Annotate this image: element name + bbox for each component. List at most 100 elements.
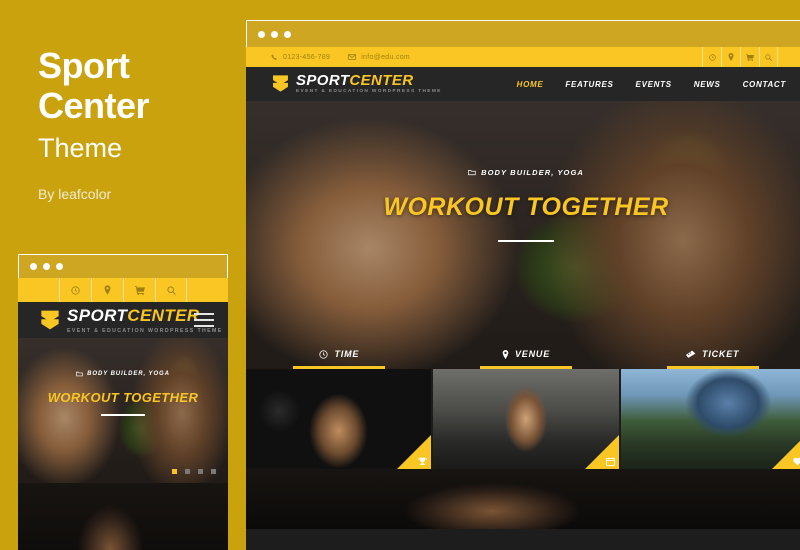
window-dot-close[interactable] <box>30 263 37 270</box>
hero-title: WORKOUT TOGETHER <box>383 193 669 221</box>
topbar-icon-group <box>702 47 778 67</box>
hero-banner: BODY BUILDER, YOGA WORKOUT TOGETHER TIME <box>246 101 800 369</box>
shopping-cart-icon[interactable] <box>123 278 155 302</box>
clock-icon[interactable] <box>59 278 91 302</box>
desktop-window-body: 0123-456-789 info@edu.com SPORTCENTER EV… <box>246 47 800 550</box>
meta-label-ticket: TICKET <box>702 349 740 359</box>
site-logo-tagline: Event & Education Wordpress Theme <box>296 89 442 95</box>
meta-item-venue[interactable]: VENUE <box>433 337 620 369</box>
search-icon[interactable] <box>155 278 187 302</box>
promo-subtitle: Theme <box>38 133 123 163</box>
gym-photo <box>246 469 800 529</box>
promo-title-line2: Center <box>38 85 150 126</box>
topbar-phone[interactable]: 0123-456-789 <box>271 54 330 61</box>
nav-item-events[interactable]: EVENTS <box>636 80 672 89</box>
topbar-phone-label: 0123-456-789 <box>283 53 331 61</box>
site-logo-first: SPORT <box>296 72 350 90</box>
search-icon[interactable] <box>759 47 778 67</box>
site-logo-second: CENTER <box>349 72 414 90</box>
trophy-icon <box>418 457 427 465</box>
mobile-logo-first: SPORT <box>67 306 128 325</box>
location-pin-icon <box>502 349 509 359</box>
primary-navigation: HOME FEATURES EVENTS NEWS CONTACT <box>517 80 786 89</box>
promo-block: Sport Center Theme By leafcolor <box>38 46 238 203</box>
mobile-hero-content: BODY BUILDER, YOGA WORKOUT TOGETHER <box>18 364 228 416</box>
nav-item-news[interactable]: NEWS <box>694 80 721 89</box>
site-logo-wordmark: SPORTCENTER <box>296 73 442 88</box>
chevron-badge-icon <box>41 310 59 330</box>
tag-icon <box>468 170 476 176</box>
meta-item-venue-inner: VENUE <box>502 349 550 366</box>
slider-dot-1[interactable] <box>172 469 177 474</box>
slider-dot-2[interactable] <box>185 469 190 474</box>
mobile-site-logo[interactable]: SPORTCENTER Event & Education Wordpress … <box>18 306 223 334</box>
desktop-preview-window[interactable]: 0123-456-789 info@edu.com SPORTCENTER EV… <box>246 20 800 550</box>
hero-divider <box>498 240 554 242</box>
site-topbar: 0123-456-789 info@edu.com <box>246 47 800 67</box>
mobile-window-chrome[interactable] <box>18 254 228 278</box>
clock-icon <box>319 349 329 359</box>
feature-card-row <box>246 369 800 469</box>
promo-title-line1: Sport <box>38 45 130 86</box>
nav-item-contact[interactable]: CONTACT <box>743 80 786 89</box>
phone-icon <box>271 53 277 60</box>
mobile-hero-divider <box>101 414 145 416</box>
mobile-navbar: SPORTCENTER Event & Education Wordpress … <box>18 302 228 338</box>
mobile-site-topbar <box>18 278 228 302</box>
mobile-page-continuation-strip <box>18 483 228 550</box>
feature-card-cycling[interactable] <box>620 369 800 469</box>
meta-item-ticket-inner: TICKET <box>686 349 739 366</box>
mobile-logo-tagline: Event & Education Wordpress Theme <box>67 328 223 334</box>
nav-item-home[interactable]: HOME <box>517 80 544 89</box>
mobile-window-body: SPORTCENTER Event & Education Wordpress … <box>18 278 228 550</box>
window-dot-close[interactable] <box>258 30 265 38</box>
tag-icon <box>76 371 83 377</box>
desktop-window-chrome[interactable] <box>246 20 800 47</box>
meta-item-time-inner: TIME <box>319 349 359 366</box>
slider-dot-3[interactable] <box>198 469 203 474</box>
site-logo-text: SPORTCENTER Event & Education Wordpress … <box>296 73 442 95</box>
promo-author: By leafcolor <box>38 186 112 202</box>
mobile-hero-banner: BODY BUILDER, YOGA WORKOUT TOGETHER <box>18 338 228 483</box>
calendar-icon <box>605 457 615 466</box>
slider-dots <box>172 469 216 474</box>
location-pin-icon[interactable] <box>721 47 740 67</box>
mobile-preview-window[interactable]: SPORTCENTER Event & Education Wordpress … <box>18 254 228 550</box>
hamburger-menu-icon[interactable] <box>194 313 214 327</box>
clock-icon[interactable] <box>702 47 721 67</box>
slider-dot-4[interactable] <box>211 469 216 474</box>
window-dot-minimize[interactable] <box>43 263 50 270</box>
mobile-hero-kicker: BODY BUILDER, YOGA <box>76 371 170 377</box>
nav-item-features[interactable]: FEATURES <box>565 80 613 89</box>
feature-card-resistance-band[interactable] <box>433 369 621 469</box>
ticket-icon <box>686 350 696 358</box>
feature-card-weightlifting[interactable] <box>246 369 434 469</box>
chevron-badge-icon <box>273 75 288 93</box>
hero-content: BODY BUILDER, YOGA WORKOUT TOGETHER <box>246 163 800 242</box>
envelope-icon <box>348 54 357 60</box>
mobile-hero-kicker-label: BODY BUILDER, YOGA <box>87 371 170 377</box>
mobile-hero-title: WORKOUT TOGETHER <box>47 390 199 405</box>
hero-kicker: BODY BUILDER, YOGA <box>468 168 584 177</box>
promo-title: Sport Center <box>38 46 238 126</box>
location-pin-icon[interactable] <box>91 278 123 302</box>
meta-item-ticket[interactable]: TICKET <box>619 337 800 369</box>
meta-item-time[interactable]: TIME <box>246 337 433 369</box>
page-continuation-strip <box>246 469 800 529</box>
heart-icon <box>793 457 800 466</box>
topbar-email[interactable]: info@edu.com <box>348 54 410 61</box>
window-dot-maximize[interactable] <box>56 263 63 270</box>
window-dot-maximize[interactable] <box>284 30 291 38</box>
meta-label-time: TIME <box>334 349 360 359</box>
site-logo[interactable]: SPORTCENTER Event & Education Wordpress … <box>246 73 442 95</box>
topbar-contact-group: 0123-456-789 info@edu.com <box>246 54 410 61</box>
topbar-email-label: info@edu.com <box>361 53 411 61</box>
window-dot-minimize[interactable] <box>271 30 278 38</box>
site-navbar: SPORTCENTER Event & Education Wordpress … <box>246 67 800 101</box>
meta-label-venue: VENUE <box>515 349 551 359</box>
shopping-cart-icon[interactable] <box>740 47 759 67</box>
hero-kicker-label: BODY BUILDER, YOGA <box>481 168 584 177</box>
mobile-gym-photo <box>18 483 228 550</box>
event-meta-strip: TIME VENUE TICKET <box>246 337 800 369</box>
mobile-logo-second: CENTER <box>127 306 200 325</box>
